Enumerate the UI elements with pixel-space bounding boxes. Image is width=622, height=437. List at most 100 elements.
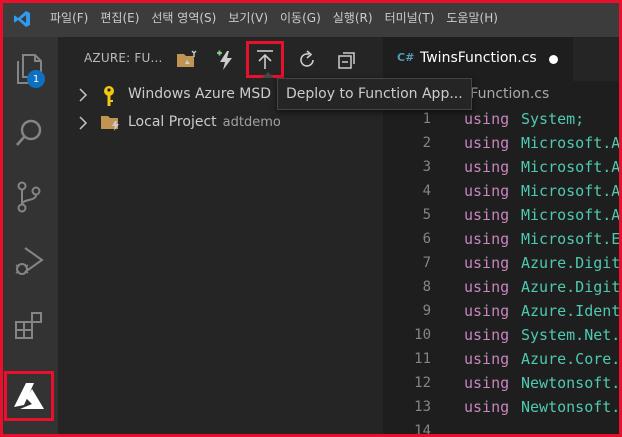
keyword: using — [464, 182, 510, 200]
namespace: Microsoft.A — [521, 134, 621, 152]
keyword: using — [464, 326, 510, 344]
keyword: using — [464, 158, 510, 176]
collapse-all-icon — [338, 52, 355, 69]
tree-item-label: Windows Azure MSD — [128, 86, 272, 102]
azure-button[interactable] — [4, 371, 54, 421]
line-number: 8 — [422, 279, 431, 295]
code-line[interactable]: 4 using Microsoft.A — [383, 180, 622, 204]
tab-bar: C# TwinsFunction.cs — [383, 37, 622, 81]
code-line[interactable]: 7 using Azure.Digit — [383, 252, 622, 276]
menu-edit[interactable]: 편집(E) — [94, 0, 145, 37]
namespace: Newtonsoft. — [521, 398, 621, 416]
code-line[interactable]: 10 using System.Net. — [383, 324, 622, 348]
code-line[interactable]: 5 using Microsoft.A — [383, 204, 622, 228]
search-icon — [16, 119, 42, 146]
menu-file[interactable]: 파일(F) — [44, 0, 94, 37]
namespace: System; — [521, 110, 585, 128]
run-debug-button[interactable] — [0, 235, 58, 287]
keyword: using — [464, 302, 510, 320]
line-number: 2 — [422, 135, 431, 151]
line-number: 13 — [414, 399, 431, 415]
menu-help[interactable]: 도움말(H) — [440, 0, 504, 37]
line-number: 7 — [422, 255, 431, 271]
keyword: using — [464, 374, 510, 392]
code-line[interactable]: 11 using Azure.Core. — [383, 348, 622, 372]
namespace: Azure.Digit — [521, 278, 621, 296]
source-control-icon — [17, 181, 41, 213]
menu-go[interactable]: 이동(G) — [274, 0, 327, 37]
code-line[interactable]: 1 using System; — [383, 108, 622, 132]
line-number: 12 — [414, 375, 431, 391]
code-line[interactable]: 8 using Azure.Digit — [383, 276, 622, 300]
line-number: 5 — [422, 207, 431, 223]
line-number: 6 — [422, 231, 431, 247]
sidebar-header: AZURE: FU... — [58, 37, 383, 81]
tree-item-label: Local Project adtdemo — [128, 114, 281, 130]
menu-bar: 파일(F) 편집(E) 선택 영역(S) 보기(V) 이동(G) 실행(R) 터… — [0, 0, 622, 37]
azure-icon — [14, 383, 44, 409]
code-line[interactable]: 13 using Newtonsoft. — [383, 396, 622, 420]
line-number: 4 — [422, 183, 431, 199]
code-line[interactable]: 12 using Newtonsoft. — [383, 372, 622, 396]
keyword: using — [464, 350, 510, 368]
vscode-logo-icon — [0, 0, 44, 37]
keyword: using — [464, 134, 510, 152]
menu-selection[interactable]: 선택 영역(S) — [145, 0, 222, 37]
source-control-button[interactable] — [0, 171, 58, 223]
line-number: 10 — [414, 327, 431, 343]
csharp-file-icon: C# — [397, 51, 415, 64]
chevron-right-icon — [79, 88, 88, 102]
namespace: Microsoft.E — [521, 230, 621, 248]
activity-bar: 1 — [0, 37, 58, 437]
deploy-tooltip: Deploy to Function App... — [277, 78, 472, 110]
refresh-button[interactable] — [292, 45, 322, 75]
menu-terminal[interactable]: 터미널(T) — [379, 0, 441, 37]
extensions-button[interactable] — [0, 299, 58, 351]
search-button[interactable] — [0, 107, 58, 159]
refresh-icon — [300, 50, 314, 67]
namespace: Microsoft.A — [521, 182, 621, 200]
namespace: Microsoft.A — [521, 206, 621, 224]
breadcrumb[interactable]: sFunction.cs — [463, 86, 549, 102]
namespace: Microsoft.A — [521, 158, 621, 176]
menu-run[interactable]: 실행(R) — [327, 0, 379, 37]
run-debug-icon — [15, 247, 44, 275]
unsaved-dot-icon[interactable] — [549, 55, 558, 64]
code-line[interactable]: 6 using Microsoft.E — [383, 228, 622, 252]
line-number: 11 — [414, 351, 431, 367]
keyword: using — [464, 254, 510, 272]
tree-item-description: adtdemo — [222, 115, 281, 130]
tooltip-arrow — [262, 72, 274, 78]
new-folder-icon — [177, 50, 197, 67]
collapse-all-button[interactable] — [332, 45, 362, 75]
namespace: Newtonsoft. — [521, 374, 621, 392]
line-number: 3 — [422, 159, 431, 175]
folder-lightning-icon — [101, 116, 119, 131]
key-icon — [104, 86, 114, 106]
tab-twinsfunction[interactable]: C# TwinsFunction.cs — [383, 37, 573, 81]
explorer-badge: 1 — [27, 70, 45, 88]
code-line[interactable]: 3 using Microsoft.A — [383, 156, 622, 180]
code-line[interactable]: 9 using Azure.Ident — [383, 300, 622, 324]
code-line[interactable]: 2 using Microsoft.A — [383, 132, 622, 156]
chevron-right-icon — [79, 116, 88, 130]
keyword: using — [464, 206, 510, 224]
namespace: System.Net. — [521, 326, 621, 344]
code-line[interactable]: 14 — [383, 420, 622, 437]
line-number: 9 — [422, 303, 431, 319]
sidebar-title: AZURE: FU... — [84, 51, 163, 65]
create-project-button[interactable] — [172, 45, 202, 75]
explorer-button[interactable]: 1 — [0, 43, 58, 95]
namespace: Azure.Digit — [521, 254, 621, 272]
line-number: 1 — [422, 111, 431, 127]
create-function-button[interactable] — [211, 45, 241, 75]
keyword: using — [464, 278, 510, 296]
tree-item-local-project[interactable]: Local Project adtdemo — [58, 110, 383, 136]
menu-view[interactable]: 보기(V) — [222, 0, 274, 37]
namespace: Azure.Core. — [521, 350, 621, 368]
extensions-icon — [15, 312, 42, 339]
keyword: using — [464, 110, 510, 128]
keyword: using — [464, 398, 510, 416]
keyword: using — [464, 230, 510, 248]
line-number: 14 — [414, 423, 431, 437]
